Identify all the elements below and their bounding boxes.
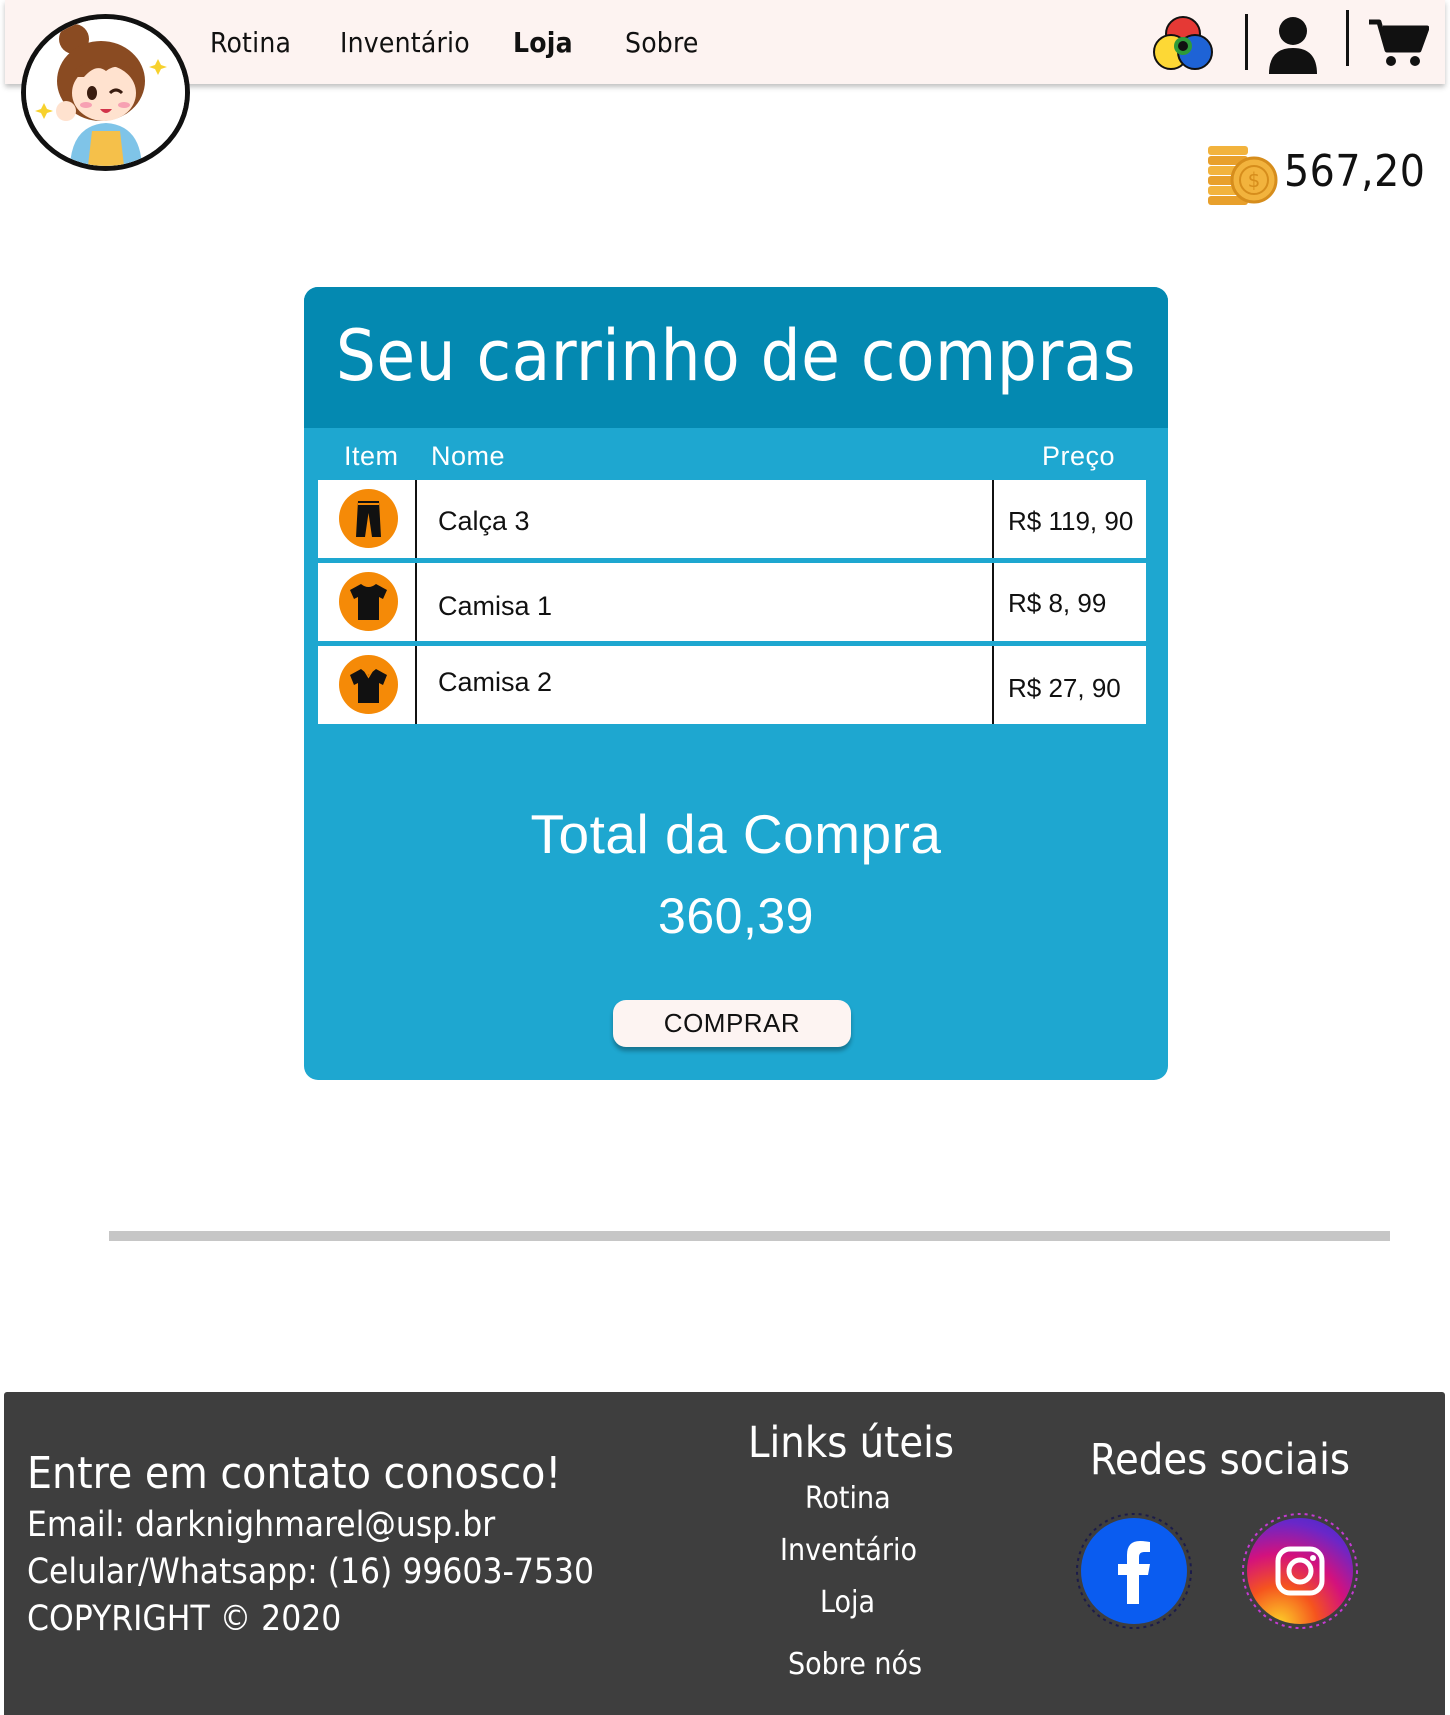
item-image-cell — [318, 646, 417, 724]
item-name: Calça 3 — [438, 506, 530, 536]
nav-link-inventario[interactable]: Inventário — [340, 26, 470, 59]
nav-link-loja[interactable]: Loja — [513, 26, 573, 59]
coins-icon: $ — [1206, 140, 1278, 206]
column-header-item: Item — [344, 441, 399, 471]
cart-icon[interactable] — [1367, 18, 1430, 68]
facebook-icon[interactable] — [1075, 1512, 1193, 1630]
footer-link-loja[interactable]: Loja — [820, 1585, 875, 1620]
contact-title: Entre em contato conosco! — [27, 1448, 562, 1499]
tshirt-icon — [339, 572, 398, 631]
color-palette-icon[interactable] — [1151, 14, 1215, 74]
cart-row[interactable]: Calça 3 R$ 119, 90 — [318, 480, 1146, 558]
pants-icon — [339, 489, 398, 548]
item-name: Camisa 2 — [438, 667, 553, 697]
polo-shirt-icon — [339, 655, 398, 714]
nav-link-rotina[interactable]: Rotina — [210, 26, 291, 59]
top-navbar: Rotina Inventário Loja Sobre — [5, 0, 1445, 84]
item-image-cell — [318, 563, 417, 641]
total-label: Total da Compra — [530, 803, 942, 865]
coin-balance: 567,20 — [1284, 146, 1426, 197]
footer-link-inventario[interactable]: Inventário — [780, 1533, 917, 1568]
user-icon[interactable] — [1267, 16, 1319, 74]
total-value: 360,39 — [658, 888, 814, 944]
header-separator — [1346, 10, 1349, 66]
cart-header: Seu carrinho de compras — [304, 287, 1168, 428]
instagram-icon[interactable] — [1241, 1512, 1359, 1630]
column-header-name: Nome — [431, 441, 506, 471]
item-price: R$ 119, 90 — [1008, 506, 1134, 536]
contact-phone: Celular/Whatsapp: (16) 99603-7530 — [27, 1552, 594, 1592]
footer: Entre em contato conosco! Email: darknig… — [4, 1392, 1445, 1715]
item-name: Camisa 1 — [438, 591, 553, 621]
nav-link-sobre[interactable]: Sobre — [625, 26, 699, 59]
social-title: Redes sociais — [1090, 1435, 1351, 1485]
content-divider — [109, 1231, 1390, 1241]
svg-text:$: $ — [1248, 168, 1261, 192]
buy-button[interactable]: COMPRAR — [613, 1000, 851, 1047]
item-price: R$ 8, 99 — [1008, 588, 1107, 618]
header-separator — [1245, 14, 1248, 70]
item-price-cell: R$ 27, 90 — [992, 646, 1146, 724]
column-header-price: Preço — [1042, 441, 1116, 471]
footer-link-sobre-nos[interactable]: Sobre nós — [788, 1647, 922, 1682]
cart-title: Seu carrinho de compras — [335, 315, 1137, 397]
item-price-cell: R$ 8, 99 — [992, 563, 1146, 641]
cart-row[interactable]: Camisa 1 R$ 8, 99 — [318, 563, 1146, 641]
item-price-cell: R$ 119, 90 — [992, 480, 1146, 558]
useful-links-title: Links úteis — [748, 1418, 955, 1468]
cart-row[interactable]: Camisa 2 R$ 27, 90 — [318, 646, 1146, 724]
item-image-cell — [318, 480, 417, 558]
avatar[interactable] — [21, 14, 190, 171]
copyright: COPYRIGHT © 2020 — [27, 1599, 342, 1639]
shopping-cart-panel: Seu carrinho de compras Item Nome Preço … — [304, 287, 1168, 1080]
footer-link-rotina[interactable]: Rotina — [805, 1481, 891, 1516]
item-price: R$ 27, 90 — [1008, 673, 1121, 703]
contact-email[interactable]: Email: darknighmarel@usp.br — [27, 1505, 495, 1545]
